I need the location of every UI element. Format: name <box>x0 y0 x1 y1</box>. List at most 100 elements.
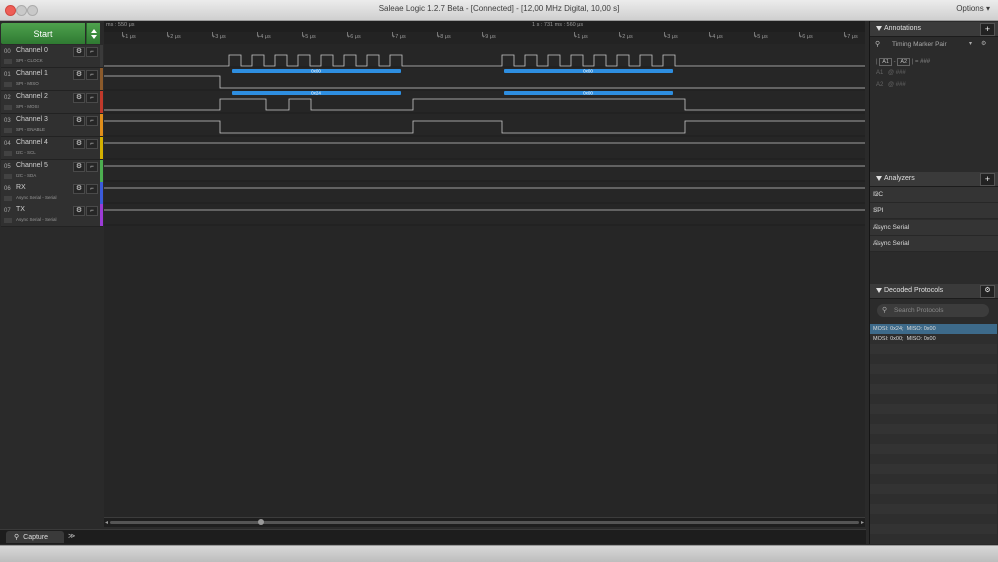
channel-row-7[interactable]: 07 TX Async Serial - Serial ⚙ ⌐ <box>1 204 103 227</box>
channel-color-strip <box>100 204 103 226</box>
drag-handle-icon[interactable] <box>4 196 12 201</box>
trigger-icon[interactable]: ⌐ <box>86 116 98 126</box>
channel-name[interactable]: Channel 0 <box>16 47 48 54</box>
analyzer-gear-icon[interactable]: ⚙ <box>873 239 992 247</box>
analyzer-item-async-serial-2[interactable]: Async Serial ⚙ <box>870 236 998 252</box>
marker-dropdown-icon[interactable]: ▾ <box>969 40 972 47</box>
scroll-left-icon[interactable]: ◂ <box>105 519 108 526</box>
channel-color-strip <box>100 182 103 204</box>
drag-handle-icon[interactable] <box>4 59 12 64</box>
channel-row-0[interactable]: 00 Channel 0 SPI - CLOCK ⚙ ⌐ <box>1 45 103 68</box>
scroll-right-icon[interactable]: ▸ <box>861 519 864 526</box>
channel-name[interactable]: Channel 3 <box>16 116 48 123</box>
trigger-icon[interactable]: ⌐ <box>86 184 98 194</box>
channel-analyzer-label: Async Serial - Serial <box>16 195 57 200</box>
add-analyzer-button[interactable]: + <box>980 173 995 186</box>
channel-settings-gear-icon[interactable]: ⚙ <box>73 162 85 172</box>
trigger-icon[interactable]: ⌐ <box>86 93 98 103</box>
analyzer-item-async-serial-1[interactable]: Async Serial ⚙ <box>870 220 998 236</box>
tick-label: +7 μs <box>392 34 406 40</box>
channel-row-5[interactable]: 05 Channel 5 I2C - SDA ⚙ ⌐ <box>1 160 103 183</box>
channel-row-6[interactable]: 06 RX Async Serial - Serial ⚙ ⌐ <box>1 182 103 205</box>
start-capture-button[interactable]: Start <box>1 23 85 44</box>
channel-row-2[interactable]: 02 Channel 2 SPI - MOSI ⚙ ⌐ <box>1 91 103 114</box>
options-menu-button[interactable]: Options ▾ <box>956 4 990 13</box>
analyzer-gear-icon[interactable]: ⚙ <box>873 223 992 231</box>
channel-settings-gear-icon[interactable]: ⚙ <box>73 70 85 80</box>
trigger-icon[interactable]: ⌐ <box>86 206 98 216</box>
time-offset-center: 1 s : 731 ms : 560 μs <box>532 22 584 28</box>
channel-row-3[interactable]: 03 Channel 3 SPI - ENABLE ⚙ ⌐ <box>1 114 103 137</box>
capture-settings-button[interactable] <box>86 23 100 44</box>
capture-magnifier-icon: ⚲ <box>14 534 20 541</box>
analyzer-gear-icon[interactable]: ⚙ <box>873 190 992 198</box>
drag-handle-icon[interactable] <box>4 128 12 133</box>
waveform-canvas[interactable]: 0x00 0x00 0x24 0x00 <box>104 44 865 517</box>
decoded-protocols-gear-icon[interactable]: ⚙ <box>980 285 995 298</box>
channel-name[interactable]: TX <box>16 206 25 213</box>
collapse-triangle-icon[interactable] <box>876 176 882 181</box>
trigger-icon[interactable]: ⌐ <box>86 139 98 149</box>
a1-marker-box[interactable]: A1 <box>879 58 892 66</box>
channel-name[interactable]: Channel 2 <box>16 93 48 100</box>
tick-label: +6 μs <box>347 34 361 40</box>
channel-number: 00 <box>4 49 11 55</box>
channel-row-1[interactable]: 01 Channel 1 SPI - MISO ⚙ ⌐ <box>1 68 103 91</box>
trigger-icon[interactable]: ⌐ <box>86 162 98 172</box>
channel-settings-gear-icon[interactable]: ⚙ <box>73 206 85 216</box>
status-bar <box>0 545 998 562</box>
channel-analyzer-label: I2C - SCL <box>16 150 36 155</box>
channel-name[interactable]: Channel 1 <box>16 70 48 77</box>
a1-a2-expression: | A1 - A2 | = ### <box>876 58 931 66</box>
channel-settings-gear-icon[interactable]: ⚙ <box>73 184 85 194</box>
channel-number: 03 <box>4 118 11 124</box>
a1-a2-minus: - <box>893 59 896 65</box>
channel-name[interactable]: RX <box>16 184 26 191</box>
annotations-header[interactable]: Annotations + <box>870 22 998 37</box>
decoded-protocols-header[interactable]: Decoded Protocols ⚙ <box>870 284 998 299</box>
drag-handle-icon[interactable] <box>4 151 12 156</box>
channel-settings-gear-icon[interactable]: ⚙ <box>73 116 85 126</box>
channel-row-4[interactable]: 04 Channel 4 I2C - SCL ⚙ ⌐ <box>1 137 103 160</box>
tab-capture[interactable]: ⚲ Capture <box>6 531 64 543</box>
analyzer-item-i2c[interactable]: I2C ⚙ <box>870 187 998 203</box>
timing-marker-pair-row[interactable]: ⚲ Timing Marker Pair ▾ ⚙ <box>870 39 998 51</box>
drag-handle-icon[interactable] <box>4 105 12 110</box>
channel-analyzer-label: I2C - SDA <box>16 173 37 178</box>
trigger-icon[interactable]: ⌐ <box>86 70 98 80</box>
a2-marker-box[interactable]: A2 <box>897 58 911 66</box>
more-tabs-icon[interactable]: ≫ <box>68 532 75 540</box>
a1-a2-difference-row: | A1 - A2 | = ### <box>870 57 998 68</box>
trigger-icon[interactable]: ⌐ <box>86 47 98 57</box>
waveform-channel-1 <box>104 75 865 89</box>
analyzers-header[interactable]: Analyzers + <box>870 172 998 187</box>
decoded-bar-label: 0x00 <box>583 69 593 74</box>
add-annotation-button[interactable]: + <box>980 23 995 36</box>
search-protocols-input[interactable]: ⚲ Search Protocols <box>877 304 989 317</box>
channel-settings-gear-icon[interactable]: ⚙ <box>73 139 85 149</box>
title-bar: Saleae Logic 1.2.7 Beta - [Connected] - … <box>0 0 998 21</box>
marker-settings-gear-icon[interactable]: ⚙ <box>981 40 986 47</box>
channel-settings-gear-icon[interactable]: ⚙ <box>73 93 85 103</box>
channel-number: 07 <box>4 208 11 214</box>
channel-name[interactable]: Channel 4 <box>16 139 48 146</box>
scroll-track[interactable] <box>110 521 859 524</box>
drag-handle-icon[interactable] <box>4 218 12 223</box>
channel-color-strip <box>100 114 103 136</box>
search-icon: ⚲ <box>882 307 888 314</box>
a1-row: A1 @ ### <box>870 69 998 79</box>
channel-name[interactable]: Channel 5 <box>16 162 48 169</box>
drag-handle-icon[interactable] <box>4 174 12 179</box>
horizontal-scrollbar[interactable]: ◂ ▸ <box>104 517 865 527</box>
analyzer-item-spi[interactable]: SPI ⚙ <box>870 203 998 219</box>
waveform-view[interactable]: 0x00 0x00 0x24 0x00 <box>104 44 865 517</box>
a1-a2-value: = ### <box>914 59 931 65</box>
drag-handle-icon[interactable] <box>4 82 12 87</box>
collapse-triangle-icon[interactable] <box>876 26 882 31</box>
analyzer-gear-icon[interactable]: ⚙ <box>873 206 992 214</box>
channel-color-strip <box>100 160 103 182</box>
channel-settings-gear-icon[interactable]: ⚙ <box>73 47 85 57</box>
scroll-thumb[interactable] <box>258 519 264 525</box>
tick-label: +5 μs <box>754 34 768 40</box>
collapse-triangle-icon[interactable] <box>876 288 882 293</box>
